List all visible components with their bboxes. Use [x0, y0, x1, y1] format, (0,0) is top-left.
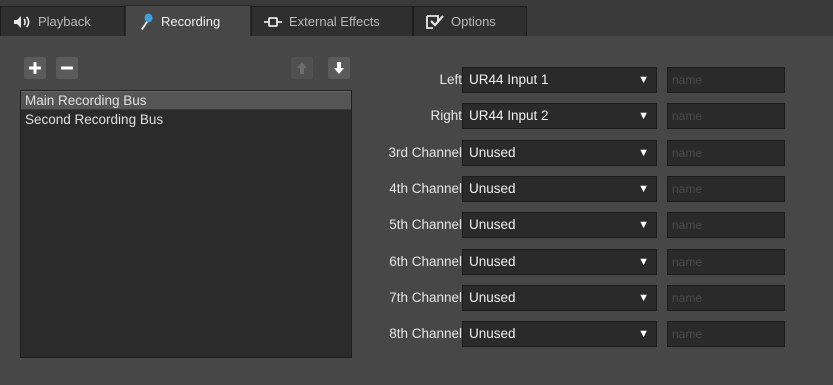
name-field[interactable]: name: [667, 249, 785, 275]
channel-label: 4th Channel: [389, 181, 462, 196]
channel-row-right: Right UR44 Input 2 ▼ name: [340, 103, 785, 129]
tab-recording[interactable]: Recording: [125, 5, 251, 37]
channel-row-8: 8th Channel Unused ▼ name: [340, 321, 785, 347]
channel-label: 7th Channel: [389, 290, 462, 305]
dropdown-arrow-icon: ▼: [638, 74, 649, 86]
channel-select[interactable]: UR44 Input 1 ▼: [462, 67, 657, 93]
remove-icon: [61, 66, 73, 70]
channel-label: Right: [430, 108, 462, 123]
list-item[interactable]: Second Recording Bus: [21, 110, 351, 129]
move-up-button[interactable]: [291, 57, 313, 79]
channel-label: Left: [439, 72, 462, 87]
name-field[interactable]: name: [667, 67, 785, 93]
channel-row-5: 5th Channel Unused ▼ name: [340, 212, 785, 238]
name-field[interactable]: name: [667, 176, 785, 202]
channel-row-left: Left UR44 Input 1 ▼ name: [340, 67, 785, 93]
add-bus-button[interactable]: [24, 57, 46, 79]
microphone-icon: [138, 13, 154, 31]
tab-bar: Playback Recording External Effects Opti…: [0, 0, 833, 37]
channel-label: 6th Channel: [389, 254, 462, 269]
tab-label: Recording: [161, 14, 221, 29]
channel-select[interactable]: Unused ▼: [462, 249, 657, 275]
arrow-up-icon: [297, 62, 307, 74]
channel-label: 5th Channel: [389, 217, 462, 232]
dropdown-arrow-icon: ▼: [638, 219, 649, 231]
channel-label: 8th Channel: [389, 326, 462, 341]
add-icon: [29, 62, 41, 74]
dropdown-arrow-icon: ▼: [638, 183, 649, 195]
channel-label: 3rd Channel: [388, 145, 462, 160]
channel-select[interactable]: Unused ▼: [462, 285, 657, 311]
plug-icon: [264, 16, 282, 28]
tab-label: Options: [451, 14, 496, 29]
name-field[interactable]: name: [667, 103, 785, 129]
dropdown-arrow-icon: ▼: [638, 328, 649, 340]
name-field[interactable]: name: [667, 140, 785, 166]
channel-row-7: 7th Channel Unused ▼ name: [340, 285, 785, 311]
dropdown-arrow-icon: ▼: [638, 292, 649, 304]
channel-select[interactable]: Unused ▼: [462, 176, 657, 202]
channel-row-3: 3rd Channel Unused ▼ name: [340, 140, 785, 166]
remove-bus-button[interactable]: [56, 57, 78, 79]
tab-label: Playback: [38, 14, 91, 29]
name-field[interactable]: name: [667, 321, 785, 347]
checkmark-icon: [426, 14, 444, 29]
tab-options[interactable]: Options: [413, 6, 527, 36]
channel-row-4: 4th Channel Unused ▼ name: [340, 176, 785, 202]
channel-select[interactable]: UR44 Input 2 ▼: [462, 103, 657, 129]
channel-select[interactable]: Unused ▼: [462, 140, 657, 166]
channel-row-6: 6th Channel Unused ▼ name: [340, 249, 785, 275]
list-item[interactable]: Main Recording Bus: [21, 91, 351, 110]
name-field[interactable]: name: [667, 212, 785, 238]
tab-external-effects[interactable]: External Effects: [251, 6, 413, 36]
dropdown-arrow-icon: ▼: [638, 147, 649, 159]
dropdown-arrow-icon: ▼: [638, 256, 649, 268]
dropdown-arrow-icon: ▼: [638, 110, 649, 122]
tab-label: External Effects: [289, 14, 380, 29]
channel-select[interactable]: Unused ▼: [462, 212, 657, 238]
tab-playback[interactable]: Playback: [0, 6, 125, 36]
bus-list[interactable]: Main Recording Bus Second Recording Bus: [20, 90, 352, 358]
speaker-icon: [13, 15, 31, 29]
name-field[interactable]: name: [667, 285, 785, 311]
channel-select[interactable]: Unused ▼: [462, 321, 657, 347]
